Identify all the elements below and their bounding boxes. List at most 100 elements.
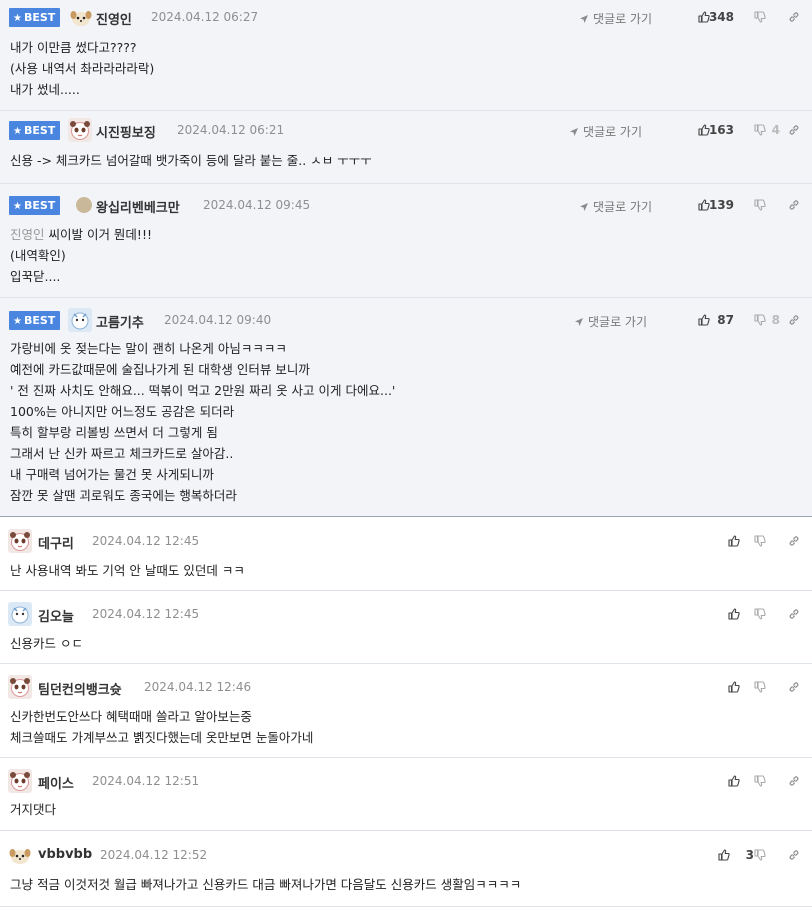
comment-line: 100%는 아니지만 어느정도 공감은 되더라 — [10, 401, 802, 422]
avatar[interactable] — [8, 769, 32, 793]
comment-line: 내 구매력 넘어가는 물건 못 사게되니까 — [10, 464, 802, 485]
comment-date: 2024.04.12 12:46 — [144, 680, 252, 694]
dislike-button[interactable] — [754, 775, 766, 787]
nickname[interactable]: 진영인 — [96, 9, 132, 28]
nickname[interactable]: 시진핑보징 — [96, 122, 156, 141]
avatar[interactable] — [68, 118, 92, 142]
comment-text: 100%는 아니지만 어느정도 공감은 되더라 — [10, 404, 235, 419]
comment-text: 특히 할부랑 리볼빙 쓰면서 더 그렇게 됨 — [10, 425, 218, 440]
comment-text: 씨이발 이거 뭔데!!! — [44, 227, 152, 242]
dislike-button[interactable] — [754, 681, 766, 693]
link-icon[interactable] — [788, 124, 800, 136]
nickname[interactable]: 김오늘 — [38, 606, 74, 625]
comment-line: 가랑비에 옷 젖는다는 말이 괜히 나온게 아님ㅋㅋㅋㅋ — [10, 338, 802, 359]
nickname[interactable]: 팀던컨의뱅크슛 — [38, 679, 122, 698]
link-icon[interactable] — [788, 608, 800, 620]
goto-comment-link[interactable]: 댓글로 가기 — [569, 123, 642, 140]
link-icon[interactable] — [788, 199, 800, 211]
nickname[interactable]: 데구리 — [38, 533, 74, 552]
dislike-button[interactable] — [754, 11, 766, 23]
nickname[interactable]: 페이스 — [38, 773, 74, 792]
dislike-button[interactable] — [754, 535, 766, 547]
comment-line: 신카한번도안쓰다 혜택때매 쓸라고 알아보는중 — [10, 706, 802, 727]
nickname[interactable]: 왕십리벤베크만 — [96, 197, 180, 216]
nickname[interactable]: 고름기추 — [96, 312, 144, 331]
link-icon[interactable] — [788, 11, 800, 23]
like-button[interactable] — [698, 314, 710, 326]
comment-header: 데구리 2024.04.12 12:45 — [0, 529, 802, 553]
star-icon: ★ — [13, 126, 22, 137]
comment-text: 신용 -> 체크카드 넘어갈때 뱃가죽이 등에 달라 붙는 줄.. ㅅㅂ ㅜㅜㅜ — [10, 153, 372, 168]
comment-body: 진영인 씨이발 이거 뭔데!!! (내역확인) 입꾹닫.... — [10, 224, 802, 287]
comment-line: ' 전 진짜 사치도 안해요... 떡볶이 먹고 2만원 짜리 옷 사고 이게 … — [10, 380, 802, 401]
like-button[interactable] — [718, 849, 730, 861]
avatar[interactable] — [8, 529, 32, 553]
nickname[interactable]: vbbvbb — [38, 847, 92, 862]
comment-text: (사용 내역서 촤라라라라락) — [10, 61, 155, 76]
like-count: 348 — [708, 10, 734, 24]
comment-header: 페이스 2024.04.12 12:51 — [0, 769, 802, 793]
comment-date: 2024.04.12 12:45 — [92, 534, 200, 548]
dislike-button[interactable] — [754, 314, 766, 326]
comment-line: 특히 할부랑 리볼빙 쓰면서 더 그렇게 됨 — [10, 422, 802, 443]
comment-date: 2024.04.12 12:45 — [92, 607, 200, 621]
comment-date: 2024.04.12 09:40 — [164, 313, 272, 327]
best-comment: ★ BEST 시진핑보징 2024.04.12 06:21 댓글로 가기 163 4 신용 -… — [0, 111, 812, 184]
comment-header: 김오늘 2024.04.12 12:45 — [0, 602, 802, 626]
avatar[interactable] — [8, 602, 32, 626]
comment-line: 잠깐 못 살땐 괴로워도 종국에는 행복하더라 — [10, 485, 802, 506]
dislike-button[interactable] — [754, 608, 766, 620]
goto-label: 댓글로 가기 — [592, 200, 652, 214]
comment-header: ★ BEST 시진핑보징 2024.04.12 06:21 댓글로 가기 163 4 — [0, 118, 802, 142]
link-icon[interactable] — [788, 849, 800, 861]
like-button[interactable] — [728, 535, 740, 547]
like-button[interactable] — [728, 608, 740, 620]
comment-line: 그래서 난 신카 짜르고 체크카드로 살아감.. — [10, 443, 802, 464]
comment-line: 거지댓다 — [10, 799, 802, 820]
best-label: BEST — [23, 11, 56, 24]
like-button[interactable] — [728, 775, 740, 787]
link-icon[interactable] — [788, 681, 800, 693]
comment-body: 난 사용내역 봐도 기억 안 날때도 있던데 ㅋㅋ — [10, 560, 802, 581]
best-comment: ★ BEST 진영인 2024.04.12 06:27 댓글로 가기 348 내가 이만큼 … — [0, 0, 812, 111]
comment-actions — [542, 532, 802, 552]
comment-text: ' 전 진짜 사치도 안해요... 떡볶이 먹고 2만원 짜리 옷 사고 이게 … — [10, 383, 396, 398]
comment-item: vbbvbb 2024.04.12 12:52 3 그냥 적금 이것저것 월급 빠져나… — [0, 831, 812, 907]
comment-date: 2024.04.12 06:21 — [177, 123, 285, 137]
comment-line: 난 사용내역 봐도 기억 안 날때도 있던데 ㅋㅋ — [10, 560, 802, 581]
best-label: BEST — [23, 199, 56, 212]
avatar[interactable] — [68, 308, 92, 332]
comment-line: 내가 썼네..... — [10, 79, 802, 100]
comment-actions: 댓글로 가기 139 — [542, 196, 802, 216]
link-icon[interactable] — [788, 314, 800, 326]
avatar[interactable] — [72, 193, 96, 217]
comment-line: 신용카드 ㅇㄷ — [10, 633, 802, 654]
like-count: 139 — [708, 198, 734, 212]
comment-list: ★ BEST 진영인 2024.04.12 06:27 댓글로 가기 348 내가 이만큼 … — [0, 0, 812, 907]
comment-header: vbbvbb 2024.04.12 12:52 3 — [0, 846, 802, 866]
dislike-button[interactable] — [754, 849, 766, 861]
comment-text: 입꾹닫.... — [10, 269, 61, 284]
comment-line: 입꾹닫.... — [10, 266, 802, 287]
link-icon[interactable] — [788, 775, 800, 787]
avatar[interactable] — [8, 843, 32, 867]
goto-comment-link[interactable]: 댓글로 가기 — [574, 313, 647, 330]
link-icon[interactable] — [788, 535, 800, 547]
comment-actions: 댓글로 가기 87 8 — [542, 311, 802, 331]
like-button[interactable] — [728, 681, 740, 693]
comment-header: ★ BEST 고름기추 2024.04.12 09:40 댓글로 가기 87 8 — [0, 308, 802, 332]
comment-actions — [542, 605, 802, 625]
comment-body: 내가 이만큼 썼다고???? (사용 내역서 촤라라라라락) 내가 썼네..... — [10, 37, 802, 100]
mention[interactable]: 진영인 — [10, 227, 45, 242]
comment-text: 내가 이만큼 썼다고???? — [10, 40, 137, 55]
avatar[interactable] — [8, 675, 32, 699]
best-comment: ★ BEST 고름기추 2024.04.12 09:40 댓글로 가기 87 8 가랑비에 옷… — [0, 298, 812, 517]
goto-comment-link[interactable]: 댓글로 가기 — [579, 198, 652, 215]
dislike-button[interactable] — [754, 199, 766, 211]
goto-label: 댓글로 가기 — [592, 12, 652, 26]
goto-comment-link[interactable]: 댓글로 가기 — [579, 10, 652, 27]
comment-actions: 댓글로 가기 163 4 — [542, 121, 802, 141]
dislike-button[interactable] — [754, 124, 766, 136]
best-badge: ★ BEST — [9, 8, 61, 27]
avatar[interactable] — [69, 5, 93, 29]
